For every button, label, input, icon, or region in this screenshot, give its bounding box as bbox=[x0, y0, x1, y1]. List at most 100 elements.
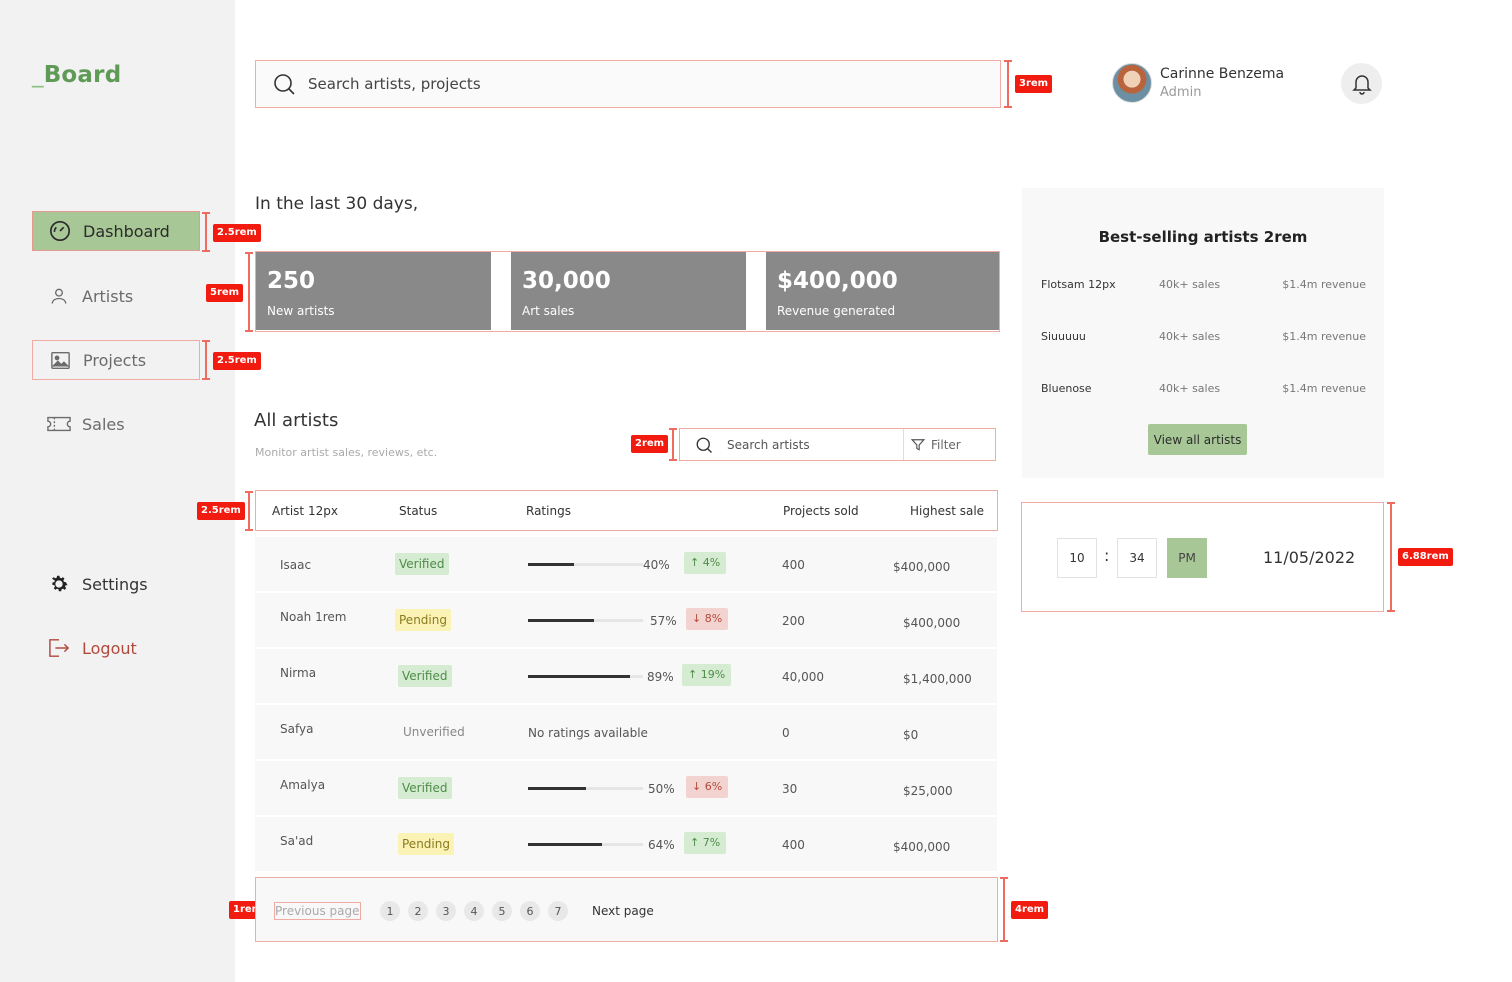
page-number[interactable]: 7 bbox=[548, 901, 568, 921]
spec-marker bbox=[669, 428, 677, 461]
global-search-input[interactable] bbox=[308, 75, 908, 93]
stat-value: $400,000 bbox=[777, 268, 898, 294]
sidebar-item-settings[interactable]: Settings bbox=[32, 564, 200, 604]
page-number[interactable]: 3 bbox=[436, 901, 456, 921]
column-header[interactable]: Highest sale bbox=[910, 504, 984, 518]
rating-bar bbox=[528, 675, 643, 678]
sidebar-item-projects[interactable]: Projects bbox=[32, 340, 200, 380]
hour-field[interactable]: 10 bbox=[1057, 538, 1097, 578]
time-separator: : bbox=[1104, 546, 1110, 565]
best-seller-sales: 40k+ sales bbox=[1159, 278, 1221, 291]
date-value[interactable]: 11/05/2022 bbox=[1263, 548, 1355, 567]
sidebar: _Board Dashboard Artists Projects Sales … bbox=[0, 0, 235, 982]
filter-button[interactable]: Filter bbox=[911, 438, 961, 452]
table-row[interactable]: Sa'ad Pending 64% ↑ 7% 400 $400,000 bbox=[255, 817, 997, 872]
artist-name: Isaac bbox=[280, 558, 312, 572]
best-seller-name: Siuuuuu bbox=[1041, 330, 1086, 343]
next-page-button[interactable]: Next page bbox=[592, 904, 654, 918]
pagination: Previous page 1 2 3 4 5 6 7 Next page bbox=[255, 877, 998, 942]
stat-value: 30,000 bbox=[522, 268, 611, 294]
page-number[interactable]: 5 bbox=[492, 901, 512, 921]
stats-cards: 250 New artists 30,000 Art sales $400,00… bbox=[255, 251, 1000, 332]
section-title: All artists bbox=[254, 410, 339, 431]
am-pm-toggle[interactable]: PM bbox=[1167, 538, 1207, 578]
spec-marker bbox=[202, 212, 210, 252]
page-number[interactable]: 4 bbox=[464, 901, 484, 921]
rating-fill bbox=[528, 843, 602, 846]
image-icon bbox=[48, 348, 72, 372]
stat-card-art-sales: 30,000 Art sales bbox=[511, 252, 746, 330]
projects-sold: 30 bbox=[782, 782, 798, 796]
stat-value: 250 bbox=[267, 268, 316, 294]
brand-logo[interactable]: _Board bbox=[32, 62, 121, 88]
period-heading: In the last 30 days, bbox=[255, 194, 419, 214]
spec-marker bbox=[1000, 877, 1008, 942]
previous-page-button[interactable]: Previous page bbox=[274, 902, 361, 920]
section-subtitle: Monitor artist sales, reviews, etc. bbox=[255, 446, 438, 459]
artist-search-bar[interactable]: Search artists Filter bbox=[679, 428, 996, 461]
highest-sale: $400,000 bbox=[903, 616, 961, 630]
notifications-button[interactable] bbox=[1341, 63, 1382, 104]
brand-name: Board bbox=[43, 62, 122, 88]
column-header[interactable]: Ratings bbox=[526, 504, 571, 518]
sidebar-item-label: Settings bbox=[82, 574, 148, 594]
spec-badge: 2.5rem bbox=[213, 352, 261, 370]
table-row[interactable]: Amalya Verified 50% ↓ 6% 30 $25,000 bbox=[255, 761, 997, 816]
column-header[interactable]: Projects sold bbox=[783, 504, 859, 518]
sidebar-item-sales[interactable]: Sales bbox=[32, 404, 200, 444]
column-header[interactable]: Artist 12px bbox=[272, 504, 338, 518]
rating-bar bbox=[528, 563, 643, 566]
artist-search-input[interactable]: Search artists bbox=[727, 438, 903, 452]
user-role: Admin bbox=[1160, 85, 1202, 100]
table-row[interactable]: Isaac Verified 40% ↑ 4% 400 $400,000 bbox=[255, 537, 997, 592]
user-icon bbox=[47, 284, 71, 308]
user-name: Carinne Benzema bbox=[1160, 66, 1285, 82]
sidebar-item-label: Logout bbox=[82, 638, 137, 658]
sidebar-item-dashboard[interactable]: Dashboard bbox=[32, 211, 200, 251]
time-date-picker: 10 : 34 PM 11/05/2022 bbox=[1021, 502, 1384, 612]
status-badge: Unverified bbox=[403, 725, 465, 739]
view-all-artists-button[interactable]: View all artists bbox=[1148, 424, 1247, 455]
artist-name: Nirma bbox=[280, 666, 317, 680]
page-number[interactable]: 6 bbox=[520, 901, 540, 921]
stat-card-new-artists: 250 New artists bbox=[256, 252, 491, 330]
rating-bar bbox=[528, 619, 643, 622]
rating-percent: 50% bbox=[648, 782, 675, 796]
dashboard-gauge-icon bbox=[48, 219, 72, 243]
status-badge: Pending bbox=[398, 833, 454, 855]
rating-percent: 89% bbox=[647, 670, 674, 684]
global-search-bar[interactable] bbox=[255, 60, 1001, 108]
table-row[interactable]: Noah 1rem Pending 57% ↓ 8% 200 $400,000 bbox=[255, 593, 997, 648]
stat-card-revenue: $400,000 Revenue generated bbox=[766, 252, 999, 330]
avatar bbox=[1112, 63, 1152, 103]
spec-badge: 5rem bbox=[206, 284, 244, 302]
rating-fill bbox=[528, 563, 574, 566]
spec-badge: 6.88rem bbox=[1398, 548, 1453, 566]
best-seller-sales: 40k+ sales bbox=[1159, 382, 1221, 395]
sidebar-item-artists[interactable]: Artists bbox=[32, 276, 200, 316]
status-badge: Verified bbox=[398, 665, 452, 687]
projects-sold: 400 bbox=[782, 838, 805, 852]
rating-change: ↓ 6% bbox=[686, 776, 729, 798]
ticket-icon bbox=[47, 412, 71, 436]
rating-percent: 57% bbox=[650, 614, 677, 628]
user-profile[interactable]: Carinne Benzema Admin bbox=[1112, 63, 1284, 103]
gear-icon bbox=[47, 572, 71, 596]
column-header[interactable]: Status bbox=[399, 504, 437, 518]
spec-badge: 3rem bbox=[1015, 75, 1053, 93]
best-selling-panel: Best-selling artists 2rem Flotsam 12px 4… bbox=[1022, 188, 1384, 478]
page-number[interactable]: 1 bbox=[380, 901, 400, 921]
sidebar-item-logout[interactable]: Logout bbox=[32, 628, 200, 668]
rating-percent: 64% bbox=[648, 838, 675, 852]
spec-badge: 4rem bbox=[1011, 901, 1049, 919]
status-badge: Verified bbox=[395, 553, 449, 575]
highest-sale: $400,000 bbox=[893, 840, 951, 854]
table-row[interactable]: Safya Unverified No ratings available 0 … bbox=[255, 705, 997, 760]
sidebar-item-label: Artists bbox=[82, 286, 134, 306]
artist-name: Noah 1rem bbox=[280, 610, 347, 624]
table-header: Artist 12px Status Ratings Projects sold… bbox=[255, 490, 998, 531]
page-number[interactable]: 2 bbox=[408, 901, 428, 921]
minute-field[interactable]: 34 bbox=[1117, 538, 1157, 578]
table-row[interactable]: Nirma Verified 89% ↑ 19% 40,000 $1,400,0… bbox=[255, 649, 997, 704]
spec-badge: 2.5rem bbox=[197, 502, 245, 520]
